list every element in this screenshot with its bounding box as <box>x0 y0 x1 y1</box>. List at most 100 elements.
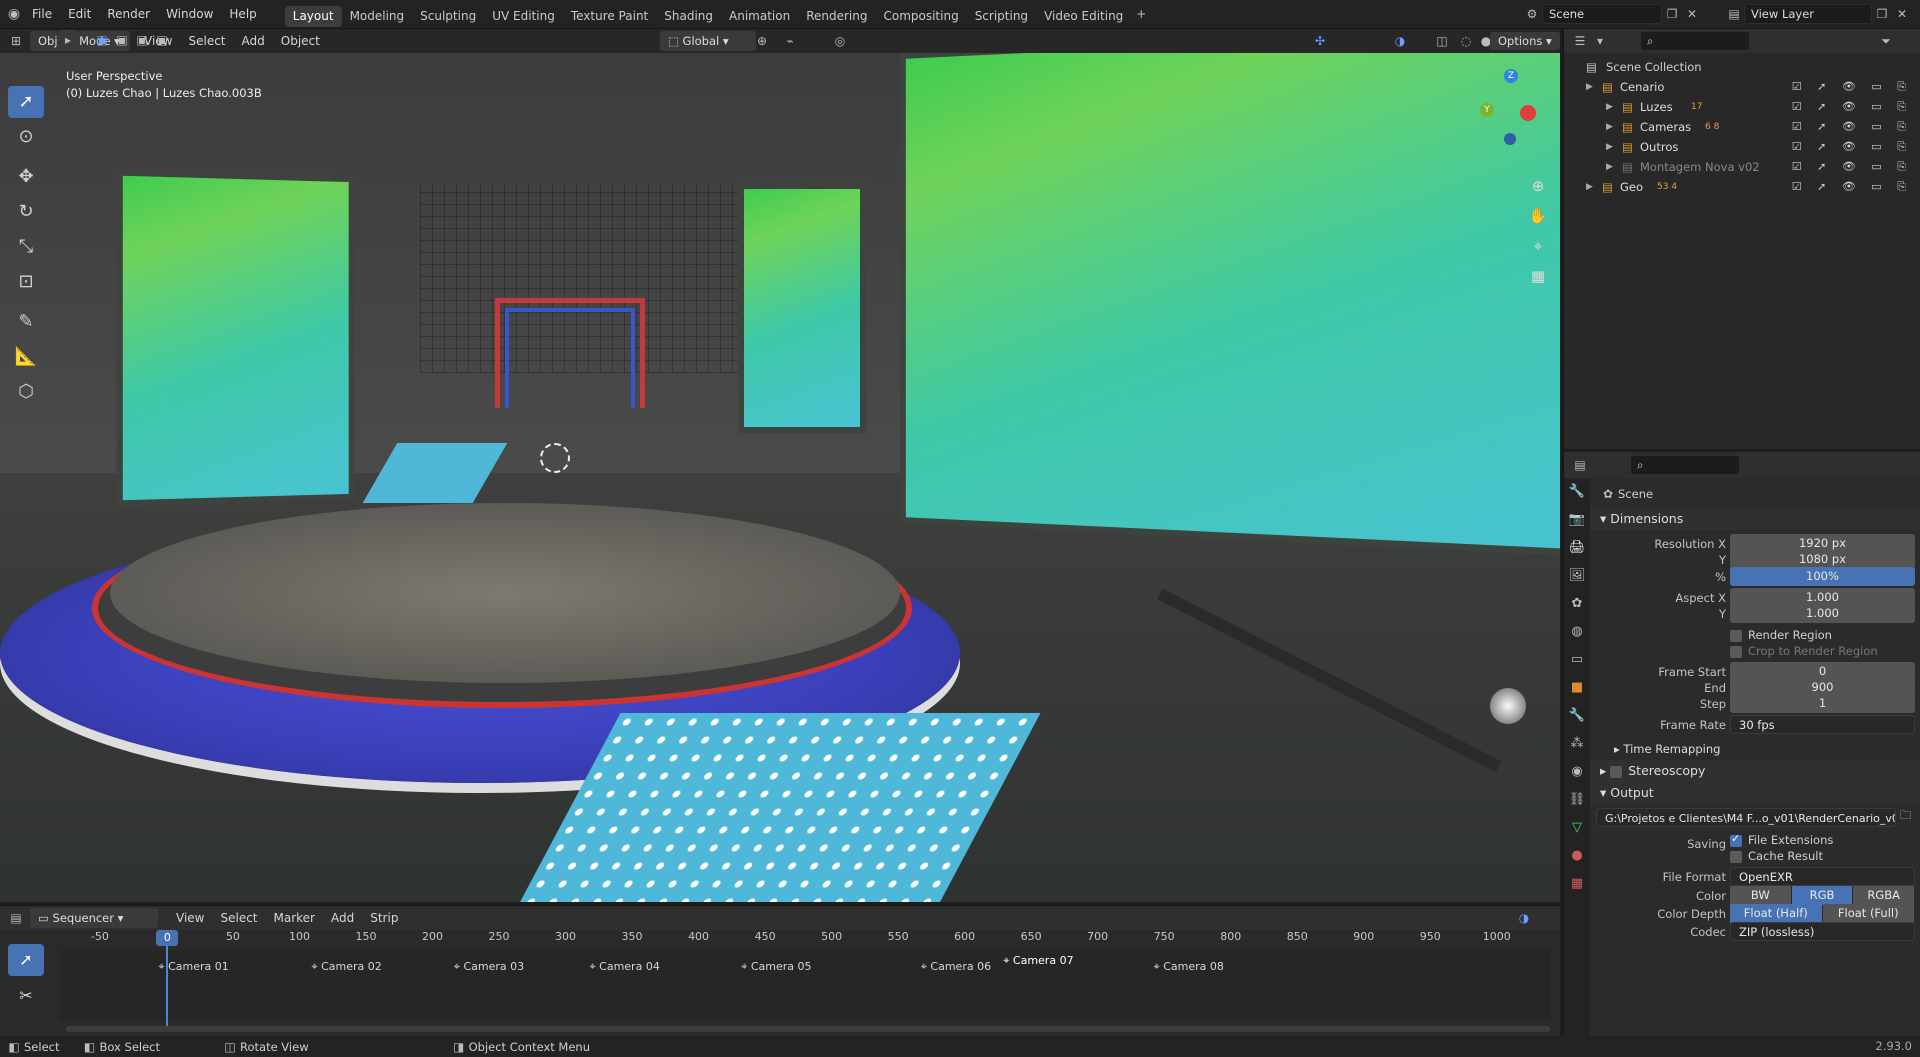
color-depth-option[interactable]: Float (Full) <box>1822 904 1914 923</box>
output-panel-header[interactable]: ▾ Output <box>1590 782 1920 804</box>
select-box-tool-icon[interactable]: ➚ <box>8 86 44 118</box>
tab-uv-editing[interactable]: UV Editing <box>484 6 563 27</box>
annotate-tool-icon[interactable]: ✎ <box>8 306 44 338</box>
sequencer-type-dropdown[interactable]: ▭ Sequencer ▾ <box>30 908 158 928</box>
visibility-toggles-icon[interactable]: ☑ ➚ 👁 ▭ ⎘ <box>1792 157 1912 177</box>
proportional-edit-icon[interactable]: ◎ <box>830 31 850 51</box>
viewport-menu-add[interactable]: Add <box>234 29 273 53</box>
cache-result-row[interactable]: Cache Result <box>1590 846 1920 866</box>
tab-video-editing[interactable]: Video Editing <box>1036 6 1131 27</box>
physics-tab-icon[interactable]: ◉ <box>1564 758 1590 786</box>
collection-tab-icon[interactable]: ▭ <box>1564 646 1590 674</box>
camera-marker[interactable]: ⌖ Camera 07 <box>1003 954 1073 968</box>
tab-shading[interactable]: Shading <box>656 6 721 27</box>
render-tab-icon[interactable]: 📷 <box>1564 506 1590 534</box>
material-tab-icon[interactable]: ● <box>1564 842 1590 870</box>
crop-region-check-icon[interactable] <box>1730 645 1742 658</box>
display-mode-icon[interactable]: ▾ <box>1590 31 1610 51</box>
sequencer-menu-strip[interactable]: Strip <box>362 906 406 930</box>
outliner-item[interactable]: ▶ ▤ Outros ☑ ➚ 👁 ▭ ⎘ <box>1564 137 1920 157</box>
view-layer-name-field[interactable]: View Layer <box>1744 4 1872 24</box>
aspect-y-field[interactable]: 1.000 <box>1730 604 1915 623</box>
xray-icon[interactable]: ◫ <box>1432 31 1452 51</box>
outliner-item[interactable]: ▶ ▤ Cameras 6 8 ☑ ➚ 👁 ▭ ⎘ <box>1564 117 1920 137</box>
tab-layout[interactable]: Layout <box>284 5 342 27</box>
cursor-tool-icon[interactable]: ⊙ <box>8 121 44 153</box>
scale-tool-icon[interactable]: ⤡ <box>8 231 44 263</box>
color-mode-option[interactable]: RGB <box>1791 886 1853 905</box>
select-invert-icon[interactable]: ▣ <box>152 30 172 50</box>
3d-cursor[interactable] <box>540 443 570 473</box>
select-extend-icon[interactable]: ▣ <box>112 30 132 50</box>
visibility-toggles-icon[interactable]: ☑ ➚ 👁 ▭ ⎘ <box>1792 177 1912 197</box>
remove-scene-icon[interactable]: ✕ <box>1682 4 1702 24</box>
time-remapping-subpanel[interactable]: ▸ Time Remapping <box>1590 738 1920 760</box>
sequencer-menu-marker[interactable]: Marker <box>266 906 323 930</box>
pan-hand-icon[interactable]: ✋ <box>1526 201 1550 231</box>
frame-step-field[interactable]: 1 <box>1730 694 1915 713</box>
properties-editor-icon[interactable]: ▤ <box>1570 455 1590 475</box>
object-tab-icon[interactable]: ■ <box>1564 674 1590 702</box>
particles-tab-icon[interactable]: ⁂ <box>1564 730 1590 758</box>
render-region-check-icon[interactable] <box>1730 629 1742 642</box>
camera-marker[interactable]: ⌖ Camera 02 <box>311 960 381 974</box>
file-format-field[interactable]: OpenEXR <box>1730 867 1915 886</box>
menu-window[interactable]: Window <box>158 0 221 29</box>
expand-arrow-icon[interactable]: ▶ <box>1606 97 1613 117</box>
gizmo-icon[interactable]: ✣ <box>1310 31 1330 51</box>
scene-icon[interactable]: ⚙ <box>1522 4 1542 24</box>
frame-ruler[interactable]: -50 50 100 150 200 250 300 350 400 450 500 550 600 65… <box>60 930 1550 948</box>
tab-scripting[interactable]: Scripting <box>967 6 1036 27</box>
sequencer-menu-select[interactable]: Select <box>212 906 265 930</box>
outliner-item[interactable]: ▶ ▤ Geo 53 4 ☑ ➚ 👁 ▭ ⎘ <box>1564 177 1920 197</box>
outliner-item[interactable]: ▶ ▤ Cenario ☑ ➚ 👁 ▭ ⎘ <box>1564 77 1920 97</box>
scene-tab-icon[interactable]: ✿ <box>1564 590 1590 618</box>
view-layer-icon[interactable]: ▤ <box>1724 4 1744 24</box>
3d-viewport[interactable]: User Perspective (0) Luzes Chao | Luzes … <box>0 53 1560 902</box>
sequencer-select-tool-icon[interactable]: ➚ <box>8 944 44 976</box>
remove-view-layer-icon[interactable]: ✕ <box>1892 4 1912 24</box>
viewport-menu-select[interactable]: Select <box>180 29 233 53</box>
menu-file[interactable]: File <box>24 0 60 29</box>
expand-arrow-icon[interactable]: ▶ <box>1586 177 1593 197</box>
zoom-icon[interactable]: ⊕ <box>1526 171 1550 201</box>
gizmo-x-icon[interactable] <box>1520 105 1536 121</box>
select-new-icon[interactable]: ▣ <box>92 30 112 50</box>
expand-arrow-icon[interactable]: ▶ <box>1606 117 1613 137</box>
snap-icon[interactable]: ⌁ <box>780 31 800 51</box>
modifier-tab-icon[interactable]: 🔧 <box>1564 702 1590 730</box>
frame-rate-field[interactable]: 30 fps <box>1730 715 1915 734</box>
cache-result-checkbox[interactable]: Cache Result <box>1730 849 1823 863</box>
add-workspace-icon[interactable]: + <box>1131 4 1151 24</box>
shading-wireframe-icon[interactable]: ◌ <box>1456 31 1476 51</box>
tab-rendering[interactable]: Rendering <box>798 6 875 27</box>
menu-help[interactable]: Help <box>221 0 264 29</box>
outliner-search-input[interactable]: ⌕ <box>1640 31 1750 51</box>
tab-texture-paint[interactable]: Texture Paint <box>563 6 656 27</box>
pivot-icon[interactable]: ⊕ <box>752 31 772 51</box>
tab-modeling[interactable]: Modeling <box>342 6 413 27</box>
tab-animation[interactable]: Animation <box>721 6 798 27</box>
camera-marker[interactable]: ⌖ Camera 01 <box>158 960 228 974</box>
current-frame-indicator[interactable]: 0 <box>156 930 179 946</box>
output-path-field[interactable]: G:\Projetos e Clientes\M4 F...o_v01\Rend… <box>1596 808 1896 827</box>
camera-marker[interactable]: ⌖ Camera 05 <box>741 960 811 974</box>
expand-arrow-icon[interactable]: ▶ <box>1606 157 1613 177</box>
camera-marker[interactable]: ⌖ Camera 08 <box>1154 960 1224 974</box>
outliner-item[interactable]: ▶ ▤ Montagem Nova v02 ☑ ➚ 👁 ▭ ⎘ <box>1564 157 1920 177</box>
filter-icon[interactable]: ⏷ <box>1876 31 1896 51</box>
visibility-toggles-icon[interactable]: ☑ ➚ 👁 ▭ ⎘ <box>1792 97 1912 117</box>
measure-tool-icon[interactable]: 📐 <box>8 341 44 373</box>
navigation-gizmo[interactable]: Z Y <box>1470 67 1550 147</box>
viewport-menu-object[interactable]: Object <box>273 29 328 53</box>
blender-logo-icon[interactable]: ◉ <box>4 4 24 24</box>
sequencer-editor-icon[interactable]: ▤ <box>6 908 26 928</box>
texture-tab-icon[interactable]: ▦ <box>1564 870 1590 898</box>
camera-marker[interactable]: ⌖ Camera 06 <box>921 960 991 974</box>
menu-edit[interactable]: Edit <box>60 0 99 29</box>
marker-track[interactable]: ⌖ Camera 01 ⌖ Camera 02 ⌖ Camera 03 ⌖ Camer… <box>60 950 1550 1020</box>
world-tab-icon[interactable]: ◍ <box>1564 618 1590 646</box>
camera-marker[interactable]: ⌖ Camera 04 <box>589 960 659 974</box>
add-cube-tool-icon[interactable]: ⬡ <box>8 376 44 408</box>
stereoscopy-panel-header[interactable]: ▸ Stereoscopy <box>1590 760 1920 782</box>
